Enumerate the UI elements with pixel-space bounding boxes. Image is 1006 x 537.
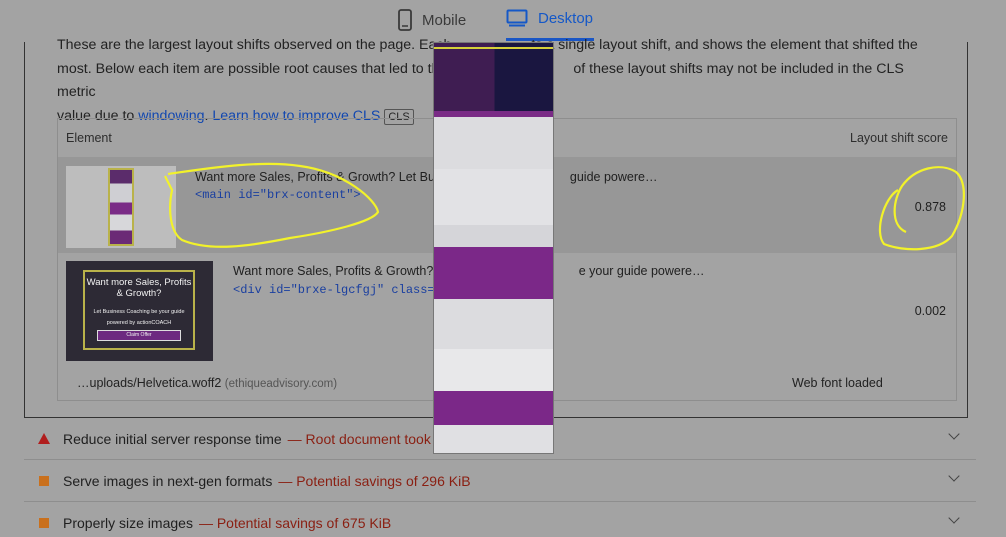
audit-next-gen-formats[interactable]: Serve images in next-gen formats — Poten… [24,460,976,502]
shift-score: 0.878 [914,200,946,214]
thumbnail-title: Want more Sales, Profits & Growth? [86,277,192,299]
page-preview-image [108,168,134,246]
element-selector: <div id="brxe-lgcfgj" class="br [233,283,457,297]
desktop-monitor-icon [506,9,528,27]
screenshot-section [434,391,553,425]
mobile-tab-label: Mobile [422,11,467,29]
audit-savings: — Root document took [287,430,431,447]
column-header-element: Element [66,131,112,145]
chevron-down-icon[interactable] [948,470,960,482]
description-text: most. Below each item are possible root … [57,60,448,77]
audit-savings: — Potential savings of 296 KiB [278,472,471,489]
root-cause-url: …uploads/Helvetica.woff2 (ethiqueadvisor… [77,376,338,390]
screenshot-accent [434,47,553,49]
audit-title: Reduce initial server response time [63,430,282,447]
audit-title: Properly size images [63,514,193,531]
thumbnail-cta: Claim Offer [97,330,181,341]
desktop-tab[interactable]: Desktop [506,9,593,27]
screenshot-section [434,247,553,299]
screenshot-section [434,299,553,349]
shift-score: 0.002 [914,304,946,318]
chevron-down-icon[interactable] [948,428,960,440]
root-cause-label: Web font loaded [792,376,883,390]
orange-square-icon [39,517,49,528]
description-text: These are the largest layout shifts obse… [57,37,452,53]
mobile-phone-icon [398,9,412,31]
mobile-tab[interactable]: Mobile [398,9,466,31]
audit-savings: — Potential savings of 675 KiB [198,514,392,531]
chevron-down-icon[interactable] [948,512,960,524]
element-text: Want more Sales, Profits & Growth? Let B… [195,170,658,184]
element-thumbnail: Want more Sales, Profits & Growth? Let B… [66,261,213,361]
desktop-tab-label: Desktop [538,9,594,27]
full-page-screenshot [433,42,554,454]
thumbnail-subtitle: Let Business Coaching be your guide powe… [93,309,185,326]
screenshot-section [434,117,553,169]
audit-properly-size-images[interactable]: Properly size images — Potential savings… [24,502,976,537]
element-selector: <main id="brx-content"> [195,188,361,202]
hero-preview-image: Want more Sales, Profits & Growth? Let B… [83,270,195,350]
screenshot-footer [434,425,553,453]
screenshot-hero [434,43,553,111]
description-text: ts a single layout shift, and shows the … [531,37,918,53]
element-thumbnail [66,166,176,248]
orange-square-icon [39,475,49,486]
audit-title: Serve images in next-gen formats [63,472,273,489]
column-header-score: Layout shift score [850,131,948,145]
warning-triangle-icon [38,433,50,444]
screenshot-section [434,349,553,391]
screenshot-section [434,169,553,225]
